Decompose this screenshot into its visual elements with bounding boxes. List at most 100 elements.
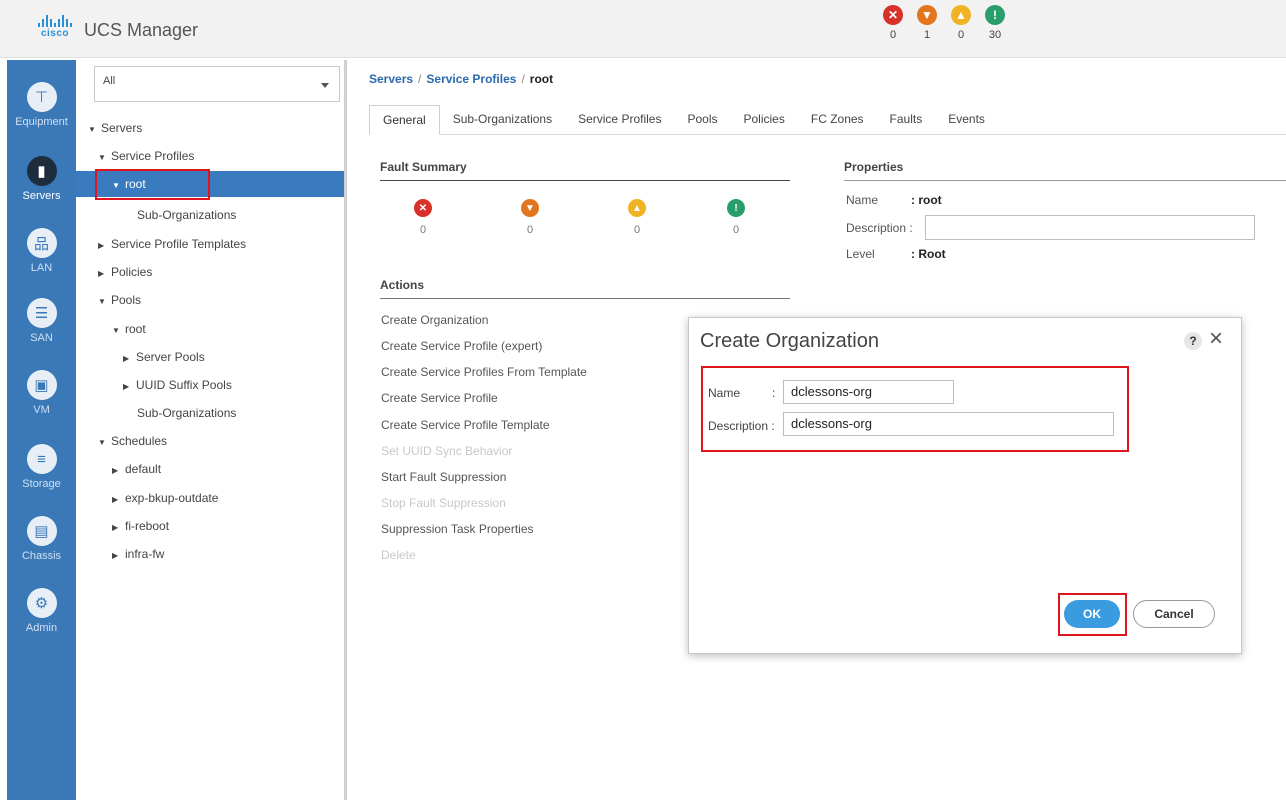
fault-summary-warning[interactable]: ! 0 [721, 199, 751, 236]
fault-summary-major[interactable]: ▼ 0 [515, 199, 545, 236]
tab-general[interactable]: General [369, 105, 440, 135]
app-title: UCS Manager [84, 20, 199, 40]
minor-faults-indicator[interactable]: ▲ 0 [948, 5, 974, 41]
property-name-label: Name [846, 193, 879, 207]
action-create-service-profile-template[interactable]: Create Service Profile Template [381, 418, 550, 432]
fault-summary-title: Fault Summary [380, 160, 467, 174]
tree-node-server-pools[interactable]: ▶ Server Pools [76, 344, 346, 370]
tree-node-pools-sub-organizations[interactable]: Sub-Organizations [76, 400, 346, 426]
nav-storage[interactable]: ≡ Storage [7, 444, 76, 490]
tree-node-sub-organizations[interactable]: Sub-Organizations [76, 202, 346, 228]
collapse-arrow-icon: ▶ [98, 241, 105, 250]
top-bar: cisco UCS Manager ✕ 0 ▼ 1 ▲ 0 ! 30 [0, 0, 1286, 58]
tab-sub-organizations[interactable]: Sub-Organizations [440, 105, 565, 134]
property-description-field[interactable] [925, 215, 1255, 240]
tree-node-uuid-suffix-pools[interactable]: ▶ UUID Suffix Pools [76, 372, 346, 398]
action-set-uuid-sync-behavior: Set UUID Sync Behavior [381, 444, 513, 458]
warning-icon: ! [727, 199, 745, 217]
action-create-organization[interactable]: Create Organization [381, 313, 488, 327]
vm-icon: ▣ [26, 370, 57, 400]
close-icon[interactable]: × [1209, 327, 1223, 351]
chassis-icon: ▤ [26, 516, 57, 546]
action-suppression-task-properties[interactable]: Suppression Task Properties [381, 522, 534, 536]
breadcrumb-service-profiles[interactable]: Service Profiles [426, 72, 516, 86]
left-navigation: ⊤ Equipment ▮ Servers 品 LAN ☰ SAN ▣ VM ≡ Stora… [7, 60, 76, 800]
property-level-value: : Root [911, 247, 946, 261]
nav-chassis[interactable]: ▤ Chassis [7, 516, 76, 562]
collapse-arrow-icon: ▶ [112, 466, 119, 475]
tree-node-pools[interactable]: ▼ Pools [76, 287, 346, 313]
collapse-arrow-icon: ▶ [123, 354, 130, 363]
tab-pools[interactable]: Pools [674, 105, 730, 134]
action-create-service-profiles-from-template[interactable]: Create Service Profiles From Template [381, 365, 587, 379]
actions-divider [380, 298, 790, 299]
critical-icon: ✕ [414, 199, 432, 217]
tree-node-pools-root[interactable]: ▼ root [76, 316, 346, 342]
actions-title: Actions [380, 278, 425, 292]
expand-arrow-icon: ▼ [112, 326, 120, 335]
tree-node-policies[interactable]: ▶ Policies [76, 259, 346, 285]
collapse-arrow-icon: ▶ [112, 523, 119, 532]
tree-node-service-profile-templates[interactable]: ▶ Service Profile Templates [76, 231, 346, 257]
tree-node-infra-fw[interactable]: ▶ infra-fw [76, 541, 346, 567]
major-faults-indicator[interactable]: ▼ 1 [914, 5, 940, 41]
fault-summary-minor[interactable]: ▲ 0 [622, 199, 652, 236]
minor-icon: ▲ [951, 5, 971, 25]
major-icon: ▼ [521, 199, 539, 217]
fault-status-group: ✕ 0 ▼ 1 ▲ 0 ! 30 [880, 5, 1008, 41]
warning-icon: ! [985, 5, 1005, 25]
action-start-fault-suppression[interactable]: Start Fault Suppression [381, 470, 506, 484]
tab-policies[interactable]: Policies [731, 105, 798, 134]
breadcrumb-servers[interactable]: Servers [369, 72, 413, 86]
help-icon[interactable]: ? [1184, 332, 1202, 350]
nav-equipment[interactable]: ⊤ Equipment [7, 82, 76, 128]
properties-title: Properties [844, 160, 904, 174]
nav-lan[interactable]: 品 LAN [7, 228, 76, 274]
san-icon: ☰ [26, 298, 57, 328]
collapse-arrow-icon: ▶ [98, 269, 105, 278]
tree-node-service-profiles[interactable]: ▼ Service Profiles [76, 143, 346, 169]
breadcrumb: Servers / Service Profiles / root [369, 72, 554, 86]
fault-summary-critical[interactable]: ✕ 0 [408, 199, 438, 236]
highlight-form-fields [701, 366, 1129, 452]
minor-icon: ▲ [628, 199, 646, 217]
expand-arrow-icon: ▼ [88, 125, 96, 134]
warning-faults-indicator[interactable]: ! 30 [982, 5, 1008, 41]
expand-arrow-icon: ▼ [98, 153, 106, 162]
collapse-arrow-icon: ▶ [112, 495, 119, 504]
action-create-service-profile[interactable]: Create Service Profile [381, 391, 498, 405]
nav-san[interactable]: ☰ SAN [7, 298, 76, 344]
property-level-label: Level [846, 247, 875, 261]
property-name-value: : root [911, 193, 942, 207]
tree-node-fi-reboot[interactable]: ▶ fi-reboot [76, 513, 346, 539]
breadcrumb-root: root [529, 72, 554, 86]
tree-node-exp-bkup-outdate[interactable]: ▶ exp-bkup-outdate [76, 485, 346, 511]
dialog-title: Create Organization [700, 330, 879, 352]
lan-icon: 品 [26, 228, 57, 258]
expand-arrow-icon: ▼ [98, 438, 106, 447]
cancel-button[interactable]: Cancel [1133, 600, 1215, 628]
critical-faults-indicator[interactable]: ✕ 0 [880, 5, 906, 41]
cisco-logo: cisco [36, 15, 74, 41]
navigation-tree-pane: All ▼ Servers ▼ Service Profiles ▼ root Sub… [76, 60, 346, 800]
storage-icon: ≡ [26, 444, 57, 474]
critical-icon: ✕ [883, 5, 903, 25]
expand-arrow-icon: ▼ [98, 297, 106, 306]
action-create-service-profile-expert[interactable]: Create Service Profile (expert) [381, 339, 542, 353]
tree-node-default[interactable]: ▶ default [76, 456, 346, 482]
action-stop-fault-suppression: Stop Fault Suppression [381, 496, 506, 510]
tab-faults[interactable]: Faults [877, 105, 936, 134]
collapse-arrow-icon: ▶ [123, 382, 130, 391]
nav-admin[interactable]: ⚙ Admin [7, 588, 76, 634]
nav-vm[interactable]: ▣ VM [7, 370, 76, 416]
chevron-down-icon [321, 83, 329, 88]
highlight-ok-button [1058, 593, 1127, 636]
tree-node-schedules[interactable]: ▼ Schedules [76, 428, 346, 454]
tree-filter-dropdown[interactable]: All [94, 66, 340, 102]
highlight-root-node [95, 169, 210, 200]
tab-service-profiles[interactable]: Service Profiles [565, 105, 674, 134]
tab-events[interactable]: Events [935, 105, 998, 134]
tab-fc-zones[interactable]: FC Zones [798, 105, 877, 134]
nav-servers[interactable]: ▮ Servers [7, 156, 76, 202]
tree-node-servers[interactable]: ▼ Servers [76, 115, 346, 141]
